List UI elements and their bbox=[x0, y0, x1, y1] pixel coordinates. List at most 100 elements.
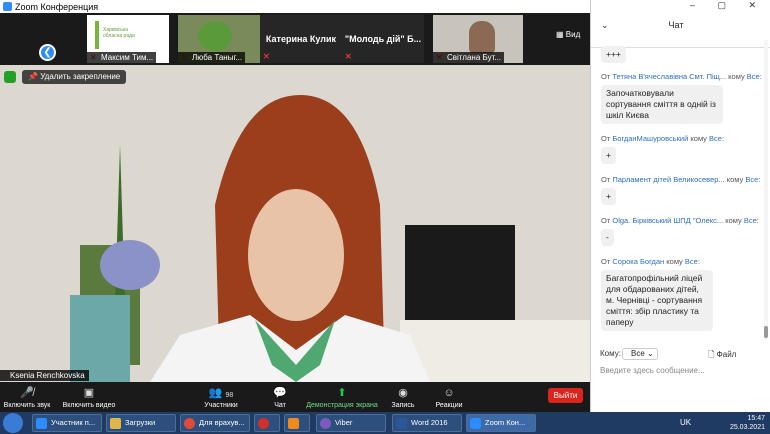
taskbar-item-label: Word 2016 bbox=[411, 418, 448, 427]
to-label: кому bbox=[666, 257, 683, 266]
windows-taskbar: Участник п... Загрузки Для врахув... Vib… bbox=[0, 412, 770, 434]
taskbar-item[interactable]: Для врахув... bbox=[180, 414, 250, 432]
participants-button[interactable]: 👥 98 Участники bbox=[200, 382, 242, 412]
unpin-label: Удалить закрепление bbox=[40, 72, 121, 81]
sender-name[interactable]: Парламент дітей Великосевер... bbox=[612, 175, 724, 184]
muted-mic-icon: ✕ bbox=[263, 52, 270, 61]
chat-button[interactable]: 💬 Чат bbox=[268, 382, 292, 412]
unmute-button[interactable]: 🎤̸ Включить звук bbox=[2, 382, 52, 412]
meeting-toolbar: 🎤̸ Включить звук ▣ Включить видео 👥 98 У… bbox=[0, 382, 590, 412]
chat-message-input[interactable]: Введите здесь сообщение... bbox=[600, 366, 705, 375]
share-screen-button[interactable]: ⬆ Демонстрация экрана bbox=[305, 382, 379, 412]
speaker-video-frame bbox=[0, 65, 590, 382]
sender-name[interactable]: БогданМашуровський bbox=[612, 134, 688, 143]
file-button[interactable]: 🗋 Файл bbox=[708, 349, 736, 363]
chat-bubble: +++ bbox=[601, 46, 626, 63]
clock-time: 15:47 bbox=[747, 415, 765, 422]
participant-name: Люба Таныг... bbox=[178, 52, 246, 63]
share-screen-icon: ⬆ bbox=[337, 387, 347, 399]
file-label: Файл bbox=[716, 350, 737, 359]
sender-name[interactable]: Тетяна В'ячеславівна Смт. Піщ... bbox=[612, 72, 726, 81]
chat-bubble: Започатковували сортування сміття в одні… bbox=[601, 85, 723, 124]
sender-name[interactable]: Olga. Бірківський ШПД "Олекс... bbox=[612, 216, 723, 225]
record-label: Запись bbox=[391, 402, 415, 409]
from-label: От bbox=[601, 72, 611, 81]
window-titlebar: Zoom Конференция bbox=[0, 0, 590, 13]
muted-mic-icon: ✕ bbox=[345, 52, 352, 61]
from-label: От bbox=[601, 257, 611, 266]
start-button-icon[interactable] bbox=[3, 413, 23, 433]
gallery-prev-arrow-icon[interactable]: ❮ bbox=[39, 44, 56, 61]
zoom-app-icon bbox=[3, 2, 12, 11]
chrome-icon bbox=[184, 418, 195, 429]
folder-icon bbox=[110, 418, 121, 429]
taskbar-item-label: Загрузки bbox=[125, 418, 156, 427]
chat-bubble: + bbox=[601, 147, 616, 164]
record-button[interactable]: ◉ Запись bbox=[390, 382, 416, 412]
recipient-select-value: Все bbox=[631, 349, 645, 358]
participant-tile[interactable]: "Молодь дій" Б... ✕ bbox=[342, 15, 424, 63]
reactions-button[interactable]: ☺ Реакции bbox=[434, 382, 464, 412]
taskbar-item[interactable]: Viber bbox=[316, 414, 386, 432]
logo-bar bbox=[95, 21, 99, 49]
taskbar-item[interactable]: Zoom Кон... bbox=[466, 414, 536, 432]
participant-name: Катерина Кулик bbox=[265, 34, 337, 44]
taskbar-item[interactable]: Загрузки bbox=[106, 414, 176, 432]
view-button[interactable]: ▦ Вид bbox=[556, 30, 580, 39]
participant-tile[interactable]: Харківська обласна рада ✕ Максим Тим... bbox=[87, 15, 169, 63]
vlc-icon bbox=[288, 418, 299, 429]
to-label: кому bbox=[690, 134, 707, 143]
speaker-name: Ksenia Renchkovska bbox=[0, 370, 89, 381]
chat-meta: От Сорока Богдан кому Все: bbox=[601, 257, 700, 266]
leave-meeting-button[interactable]: Выйти bbox=[548, 388, 583, 403]
taskbar-item[interactable]: Word 2016 bbox=[392, 414, 462, 432]
taskbar-item[interactable] bbox=[254, 414, 280, 432]
security-shield-icon[interactable] bbox=[4, 71, 16, 83]
chat-meta: От Парламент дітей Великосевер... кому В… bbox=[601, 175, 760, 184]
recipient-name: Все: bbox=[709, 134, 725, 143]
video-off-icon: ▣ bbox=[83, 387, 95, 399]
zoom-icon bbox=[470, 418, 481, 429]
chat-messages: +++ От Тетяна В'ячеславівна Смт. Піщ... … bbox=[590, 40, 765, 342]
recipient-select[interactable]: Все ⌄ bbox=[622, 348, 658, 360]
clock-date: 25.03.2021 bbox=[729, 424, 765, 431]
sender-name[interactable]: Сорока Богдан bbox=[612, 257, 664, 266]
chat-icon: 💬 bbox=[273, 387, 287, 399]
recipient-name: Все: bbox=[684, 257, 700, 266]
record-icon: ◉ bbox=[398, 387, 408, 399]
participant-tile[interactable]: ✕ Люба Таныг... bbox=[178, 15, 260, 63]
active-speaker-video: 📌 Удалить закрепление Ksenia Renchkovska bbox=[0, 65, 590, 382]
language-indicator[interactable]: UK bbox=[680, 418, 691, 427]
chat-title: Чат bbox=[668, 20, 684, 30]
unmute-label: Включить звук bbox=[3, 402, 51, 409]
muted-mic-icon: 🎤̸ bbox=[20, 387, 34, 399]
chat-bubble: - bbox=[601, 229, 614, 246]
participants-icon: 👥 98 bbox=[208, 387, 234, 399]
taskbar-item-label: Viber bbox=[335, 418, 353, 427]
taskbar-item[interactable]: Участник п... bbox=[32, 414, 102, 432]
participant-name: Максим Тим... bbox=[87, 52, 157, 63]
window-controls[interactable]: – ▢ ✕ bbox=[690, 0, 766, 11]
viber-icon bbox=[320, 418, 331, 429]
ie-icon bbox=[36, 418, 47, 429]
view-label: Вид bbox=[565, 30, 581, 39]
participant-tile[interactable]: ✕ Світлана Бут... bbox=[433, 15, 523, 63]
participant-tile[interactable]: Катерина Кулик ✕ bbox=[260, 15, 342, 63]
from-label: От bbox=[601, 175, 611, 184]
chat-scrollbar[interactable] bbox=[764, 40, 768, 340]
start-video-button[interactable]: ▣ Включить видео bbox=[60, 382, 118, 412]
participant-name: "Молодь дій" Б... bbox=[344, 34, 422, 44]
participant-video-person bbox=[469, 21, 495, 53]
scrollbar-thumb[interactable] bbox=[764, 326, 768, 338]
recipient-name: Все: bbox=[745, 175, 761, 184]
participant-name: Світлана Бут... bbox=[433, 52, 505, 63]
to-label: кому bbox=[728, 72, 745, 81]
participants-label: Участники bbox=[204, 402, 238, 409]
taskbar-item[interactable] bbox=[284, 414, 310, 432]
share-screen-label: Демонстрация экрана bbox=[306, 402, 378, 409]
system-clock[interactable]: 15:47 25.03.2021 bbox=[730, 414, 765, 432]
participant-gallery: ❮ Харківська обласна рада ✕ Максим Тим..… bbox=[0, 13, 590, 65]
to-label: кому bbox=[726, 175, 744, 184]
to-label: Кому: bbox=[600, 349, 621, 358]
unpin-video-button[interactable]: 📌 Удалить закрепление bbox=[22, 70, 127, 84]
